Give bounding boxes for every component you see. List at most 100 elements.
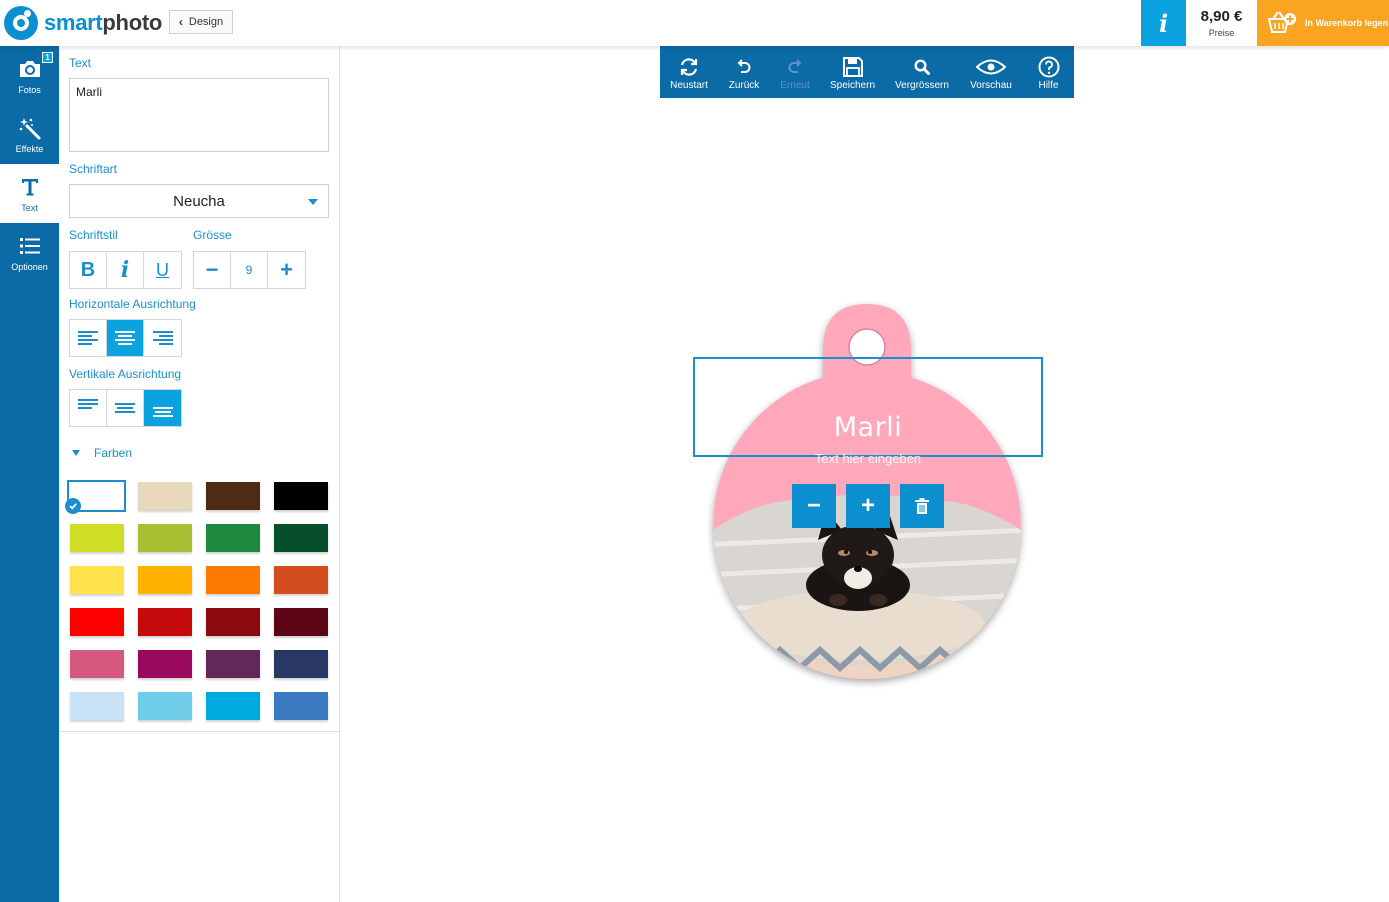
zoom-button[interactable]: Vergrössern [885,46,959,98]
font-style-buttons: B i U [69,251,182,289]
color-swatch[interactable] [274,524,328,552]
horizontal-align-label: Horizontale Ausrichtung [69,297,196,311]
vertical-align-label: Vertikale Ausrichtung [69,367,182,381]
bold-button[interactable]: B [70,252,107,288]
size-decrease-button[interactable]: − [194,252,231,288]
color-swatch[interactable] [138,524,192,552]
color-swatch[interactable] [70,566,124,594]
back-to-design-button[interactable]: ‹ Design [169,10,233,34]
rail-label-effekte: Effekte [15,143,44,154]
help-icon [1038,56,1059,77]
color-swatch[interactable] [206,650,260,678]
align-right-icon [152,331,173,345]
size-increase-button[interactable]: + [268,252,305,288]
enlarge-text-button[interactable]: + [846,484,890,528]
photo-count-badge: 1 [42,52,53,63]
colors-label: Farben [94,446,133,460]
rail-label-optionen: Optionen [11,261,48,272]
color-swatch[interactable] [274,482,328,510]
rail-item-text[interactable]: Text [0,164,59,223]
undo-icon [737,58,751,73]
italic-button[interactable]: i [107,252,144,288]
redo-button[interactable]: Erneut [770,46,820,98]
colors-section-toggle[interactable]: Farben [69,446,132,460]
font-size-stepper: − 9 + [193,251,306,289]
color-swatch[interactable] [70,524,124,552]
color-swatch[interactable] [206,482,260,510]
help-label: Hilfe [1038,79,1059,91]
delete-text-button[interactable] [900,484,944,528]
save-label: Speichern [829,79,876,91]
color-swatch[interactable] [138,608,192,636]
color-swatch[interactable] [206,692,260,720]
undo-button[interactable]: Zurück [718,46,770,98]
align-center-icon [115,331,135,345]
valign-bottom-button[interactable] [144,390,181,426]
add-to-cart-button[interactable]: In Warenkorb legen [1257,0,1389,46]
selected-check-icon [65,498,81,514]
align-center-button[interactable] [107,320,144,356]
color-swatch[interactable] [206,524,260,552]
size-value[interactable]: 9 [231,252,268,288]
valign-middle-button[interactable] [107,390,144,426]
redo-icon [788,58,802,73]
save-icon [842,56,863,77]
list-options-icon [19,237,40,254]
cart-button-label: In Warenkorb legen [1305,18,1389,28]
info-button[interactable]: i [1141,0,1186,46]
font-size-label: Grösse [193,228,232,242]
rail-label-text: Text [21,202,38,213]
color-swatch[interactable] [138,482,192,510]
text-icon [21,178,38,195]
zoom-label: Vergrössern [895,79,949,91]
color-swatch[interactable] [138,650,192,678]
valign-middle-icon [115,403,135,413]
font-label: Schriftart [69,162,118,176]
rail-item-fotos[interactable]: Fotos 1 [0,46,59,105]
pendant-text[interactable]: Marli [768,412,968,443]
color-swatch[interactable] [70,608,124,636]
color-swatch[interactable] [206,608,260,636]
caret-down-icon [308,199,318,205]
smartphoto-logo[interactable]: smartphoto [4,4,162,42]
valign-bottom-icon [152,407,173,417]
restart-button[interactable]: Neustart [660,46,718,98]
color-swatch[interactable] [274,608,328,636]
camera-icon [19,60,40,77]
horizontal-align-buttons [69,319,182,357]
info-icon: i [1158,8,1169,38]
price-display: 8,90 € Preise [1186,0,1257,46]
rail-item-effekte[interactable]: Effekte [0,105,59,164]
align-left-button[interactable] [70,320,107,356]
price-label: Preise [1208,28,1235,38]
color-swatch[interactable] [274,650,328,678]
logo-icon [4,6,38,40]
brand-name: smartphoto [44,10,163,35]
rail-item-optionen[interactable]: Optionen [0,223,59,282]
color-swatch[interactable] [70,650,124,678]
underline-button[interactable]: U [144,252,181,288]
color-swatch[interactable] [274,692,328,720]
color-swatch[interactable] [206,566,260,594]
top-header: smartphoto ‹ Design i 8,90 € Preise In W… [0,0,1389,46]
save-button[interactable]: Speichern [820,46,885,98]
font-select[interactable]: Neucha [69,184,329,218]
trash-icon [915,498,929,514]
eye-icon [976,59,1006,74]
color-swatch[interactable] [70,692,124,720]
price-value: 8,90 € [1200,8,1243,25]
align-left-icon [78,331,98,345]
align-right-button[interactable] [144,320,181,356]
help-button[interactable]: Hilfe [1023,46,1074,98]
color-swatch[interactable] [138,692,192,720]
redo-label: Erneut [780,79,810,91]
text-placeholder[interactable]: Text hier eingeben [768,451,968,466]
preview-button[interactable]: Vorschau [959,46,1023,98]
shrink-text-button[interactable]: − [792,484,836,528]
color-swatch[interactable] [274,566,328,594]
valign-top-button[interactable] [70,390,107,426]
chevron-left-icon: ‹ [178,15,183,29]
undo-label: Zurück [728,79,760,91]
color-swatch[interactable] [138,566,192,594]
text-input[interactable]: Marli [69,78,329,152]
